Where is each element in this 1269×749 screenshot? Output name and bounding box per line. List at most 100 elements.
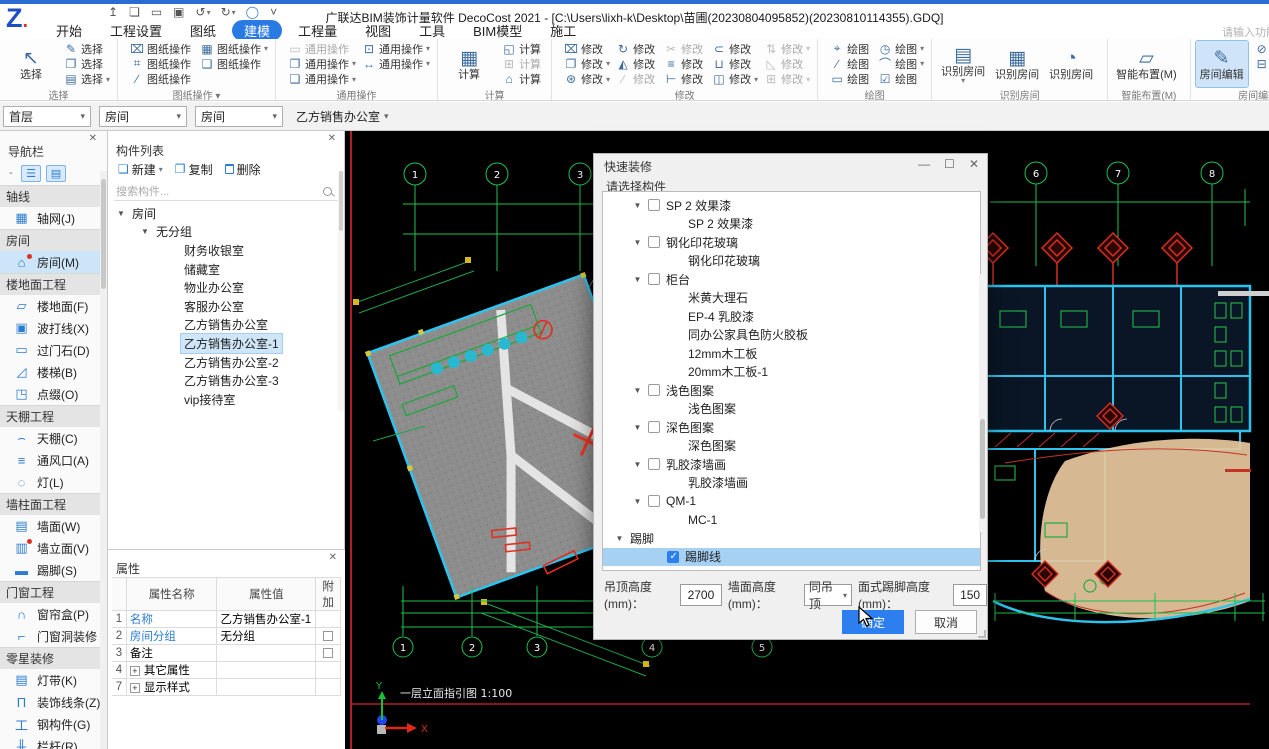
ribbon-button[interactable]: ⊔ 修改 xyxy=(710,56,760,71)
component-tree-item[interactable]: vip接待室 xyxy=(108,390,344,409)
dialog-tree-item[interactable]: ▼ 浅色图案 xyxy=(603,381,980,400)
ribbon-tab[interactable]: 工程设置 xyxy=(98,20,174,41)
maximize-icon[interactable]: ☐ xyxy=(944,157,955,171)
quick-access-button[interactable]: ↻ ▾ xyxy=(221,5,236,19)
ribbon-button[interactable]: ↻ 修改 xyxy=(614,41,660,56)
ribbon-button[interactable]: ⊡ 通用操作 ▾ xyxy=(360,41,432,56)
cancel-button[interactable]: 取消 xyxy=(915,610,977,634)
property-row[interactable]: 7 +显示样式 xyxy=(112,679,341,696)
ribbon-button[interactable]: ⇅ 修改 ▾ xyxy=(762,41,812,56)
expander-icon[interactable]: ▼ xyxy=(615,534,624,543)
close-icon[interactable]: ✕ xyxy=(329,552,337,563)
dialog-tree-item[interactable]: 乳胶漆墙画 xyxy=(603,474,980,493)
ribbon-button[interactable]: ▭ 绘图 xyxy=(828,72,874,87)
expander-icon[interactable]: ▼ xyxy=(633,386,642,395)
extra-checkbox[interactable] xyxy=(323,631,333,641)
property-row[interactable]: 1 名称 乙方销售办公室-1 xyxy=(112,611,341,628)
dialog-tree-item[interactable]: ▼ 柜台 xyxy=(603,270,980,289)
ribbon-button[interactable]: ⌒ 绘图 ▾ xyxy=(876,56,926,71)
expander-icon[interactable]: ▼ xyxy=(633,497,642,506)
dialog-tree-item[interactable]: 深色图案 xyxy=(603,437,980,456)
close-icon[interactable]: ✕ xyxy=(969,157,979,171)
ribbon-button[interactable]: ∕ 修改 xyxy=(614,72,660,87)
nav-item[interactable]: ◌ 灯(L) xyxy=(0,471,107,493)
ribbon-button[interactable]: ❐ 通用操作 ▾ xyxy=(286,56,358,71)
component-select[interactable]: 乙方销售办公室▾ xyxy=(291,106,394,127)
ribbon-big-button[interactable]: ▤ 识别房间 ▾ xyxy=(937,41,989,87)
expander-icon[interactable]: ▼ xyxy=(633,275,642,284)
item-checkbox[interactable] xyxy=(648,458,660,470)
ribbon-big-button[interactable]: ▦ 计算 xyxy=(443,41,495,87)
dialog-tree-item[interactable]: 20mm木工板-1 xyxy=(603,363,980,382)
close-icon[interactable]: ✕ xyxy=(89,133,97,144)
resize-grip[interactable] xyxy=(978,630,986,638)
new-component-button[interactable]: ❏新建▾ xyxy=(114,161,167,178)
expander-icon[interactable]: ▼ xyxy=(633,201,642,210)
ribbon-big-button[interactable]: ▦ 识别房间 xyxy=(991,41,1043,87)
ribbon-button[interactable]: ◭ 修改 xyxy=(614,56,660,71)
ribbon-button[interactable]: ⊟ 房间编辑 xyxy=(1253,56,1269,71)
nav-item[interactable]: ▬ 踢脚(S) xyxy=(0,559,107,581)
item-checkbox[interactable] xyxy=(648,199,660,211)
component-tree-item[interactable]: ▼ 房间 xyxy=(108,204,344,223)
ribbon-button[interactable]: ∕ 图纸操作 xyxy=(128,72,196,87)
ribbon-button[interactable]: ≡ 修改 xyxy=(662,56,708,71)
nav-item[interactable]: ◳ 点缀(O) xyxy=(0,383,107,405)
item-checkbox[interactable] xyxy=(648,421,660,433)
item-checkbox[interactable] xyxy=(648,236,660,248)
nav-item[interactable]: ▤ 墙面(W) xyxy=(0,515,107,537)
ribbon-tab[interactable]: 建模 xyxy=(232,20,282,41)
dialog-tree-item[interactable]: ▼ 深色图案 xyxy=(603,418,980,437)
component-tree-item[interactable]: 乙方销售办公室-3 xyxy=(108,371,344,390)
delete-component-button[interactable]: 删除 xyxy=(221,161,265,178)
ribbon-button[interactable]: ▦ 图纸操作 ▾ xyxy=(198,41,270,56)
dialog-tree-item[interactable]: 浅色图案 xyxy=(603,400,980,419)
dialog-tree-item[interactable]: ▼ 钢化印花玻璃 xyxy=(603,233,980,252)
ceiling-height-input[interactable]: 2700 xyxy=(680,584,722,606)
nav-item[interactable]: ⌐ 门窗洞装修 xyxy=(0,625,107,647)
ribbon-button[interactable]: ◺ 修改 xyxy=(762,56,812,71)
dialog-tree-item[interactable]: 踢脚线 xyxy=(603,548,980,567)
nav-item[interactable]: ▤ 灯带(K) xyxy=(0,669,107,691)
ribbon-big-button[interactable]: ↖ 选择 xyxy=(5,41,57,87)
component-tree-item[interactable]: 乙方销售办公室-1 xyxy=(108,334,344,353)
close-icon[interactable]: ✕ xyxy=(328,133,336,144)
ribbon-tab[interactable]: 施工 xyxy=(538,20,588,41)
ribbon-button[interactable]: ◷ 绘图 ▾ xyxy=(876,41,926,56)
nav-item[interactable]: ▥ 墙立面(V) xyxy=(0,537,107,559)
nav-item[interactable]: Π 装饰线条(Z) xyxy=(0,691,107,713)
dialog-scrollbar[interactable] xyxy=(979,274,986,532)
item-checkbox[interactable] xyxy=(648,384,660,396)
ribbon-button[interactable]: ⌧ 修改 xyxy=(562,41,612,56)
wall-height-select[interactable]: 同吊顶▾ xyxy=(804,584,852,606)
ribbon-tab[interactable]: BIM模型 xyxy=(461,20,534,41)
ribbon-button[interactable]: ⊢ 修改 xyxy=(662,72,708,87)
copy-component-button[interactable]: ❐复制 xyxy=(171,161,217,178)
ribbon-tab[interactable]: 工程量 xyxy=(286,20,349,41)
property-row[interactable]: 4 +其它属性 xyxy=(112,662,341,679)
nav-item[interactable]: ▭ 过门石(D) xyxy=(0,339,107,361)
ribbon-button[interactable]: ▭ 通用操作 xyxy=(286,41,358,56)
ribbon-button[interactable]: ❏ 通用操作 ▾ xyxy=(286,72,358,87)
nav-item[interactable]: ≡ 通风口(A) xyxy=(0,449,107,471)
component-scrollbar[interactable] xyxy=(338,171,344,411)
property-row[interactable]: 3 备注 xyxy=(112,645,341,662)
component-tree-item[interactable]: ▼ 无分组 xyxy=(108,223,344,242)
function-search-input[interactable]: 请输入功能名称 xyxy=(1222,24,1269,40)
dialog-tree-item[interactable]: EP-4 乳胶漆 xyxy=(603,307,980,326)
ribbon-button[interactable]: ⊞ 修改 ▾ xyxy=(762,72,812,87)
item-checkbox[interactable] xyxy=(648,273,660,285)
dialog-tree-item[interactable]: 钢化印花玻璃 xyxy=(603,252,980,271)
ribbon-button[interactable]: ⌂ 计算 xyxy=(500,72,546,87)
ribbon-button[interactable]: ⌧ 图纸操作 xyxy=(128,41,196,56)
ribbon-button[interactable]: ⊂ 修改 xyxy=(710,41,760,56)
dialog-tree-item[interactable]: ▼ SP 2 效果漆 xyxy=(603,196,980,215)
extra-checkbox[interactable] xyxy=(323,648,333,658)
ribbon-button[interactable]: ❐ 选择 xyxy=(62,56,112,71)
type-select[interactable]: 房间▾ xyxy=(195,106,283,127)
collapse-icon[interactable]: - xyxy=(6,165,16,182)
nav-item[interactable]: ▦ 轴网(J) xyxy=(0,207,107,229)
nav-item[interactable]: 工 钢构件(G) xyxy=(0,713,107,735)
quick-access-button[interactable]: ▭ xyxy=(151,5,163,19)
ribbon-button[interactable]: ⌗ 图纸操作 xyxy=(128,56,196,71)
